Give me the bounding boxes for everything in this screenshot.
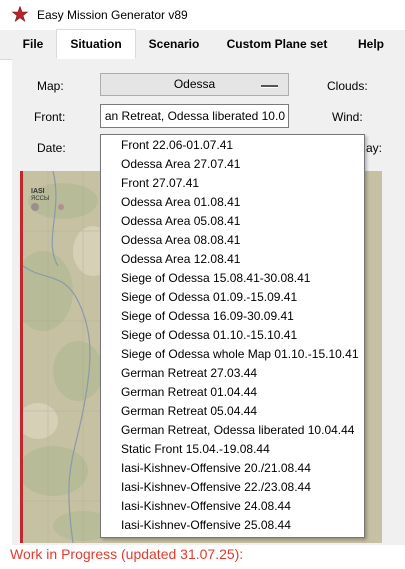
tab-bar: File Situation Scenario Custom Plane set… [0,29,405,60]
list-item[interactable]: Iasi-Kishnev-Offensive 20./21.08.44 [101,459,364,478]
tab-help[interactable]: Help [346,30,396,59]
map-label: Map: [37,79,64,93]
front-select-value: an Retreat, Odessa liberated 10.0 [104,109,285,123]
list-item[interactable]: Odessa Area 01.08.41 [101,193,364,212]
list-item[interactable]: Front 22.06-01.07.41 [101,136,364,155]
list-item[interactable]: German Retreat, Odessa liberated 10.04.4… [101,421,364,440]
front-label: Front: [34,110,66,124]
list-item[interactable]: Siege of Odessa 16.09-30.09.41 [101,307,364,326]
star-icon [12,6,28,22]
tab-scenario[interactable]: Scenario [138,30,210,59]
clouds-label: Clouds: [327,79,368,93]
day-label: ay: [366,141,383,155]
list-item[interactable]: Siege of Odessa 15.08.41-30.08.41 [101,269,364,288]
date-label: Date: [37,141,66,155]
dropdown-grip-icon [261,85,278,88]
status-text: Work in Progress (updated 31.07.25): [10,546,244,562]
tab-file[interactable]: File [10,30,56,59]
list-item[interactable]: Siege of Odessa 01.10.-15.10.41 [101,326,364,345]
list-item[interactable]: Odessa Area 12.08.41 [101,250,364,269]
map-city-label: IASI [31,188,45,195]
list-item[interactable]: Odessa Area 27.07.41 [101,155,364,174]
list-item[interactable]: Odessa Area 05.08.41 [101,212,364,231]
list-item[interactable]: Iasi-Kishnev-Offensive 25.08.44 [101,516,364,535]
list-item[interactable]: Siege of Odessa whole Map 01.10.-15.10.4… [101,345,364,364]
map-city-sublabel: ЯССЫ [31,196,50,202]
map-select-value: Odessa [173,77,216,91]
title-bar: Easy Mission Generator v89 [0,0,405,30]
front-select[interactable]: an Retreat, Odessa liberated 10.0 [100,104,289,128]
list-item[interactable]: Front 27.07.41 [101,174,364,193]
wind-label: Wind: [332,110,363,124]
list-item[interactable]: Iasi-Kishnev-Offensive 24.08.44 [101,497,364,516]
list-item[interactable]: Odessa Area 08.08.41 [101,231,364,250]
tab-situation[interactable]: Situation [56,29,136,59]
tab-custom-plane-set[interactable]: Custom Plane set [214,30,340,59]
list-item[interactable]: German Retreat 27.03.44 [101,364,364,383]
list-item[interactable]: Siege of Odessa 01.09.-15.09.41 [101,288,364,307]
window-title: Easy Mission Generator v89 [37,8,188,22]
list-item[interactable]: German Retreat 05.04.44 [101,402,364,421]
list-item[interactable]: Iasi-Kishnev-Offensive 22./23.08.44 [101,478,364,497]
list-item[interactable]: German Retreat 01.04.44 [101,383,364,402]
list-item[interactable]: Static Front 15.04.-19.08.44 [101,440,364,459]
front-dropdown-list[interactable]: Front 22.06-01.07.41 Odessa Area 27.07.4… [100,134,365,538]
map-select[interactable]: Odessa [100,73,289,96]
